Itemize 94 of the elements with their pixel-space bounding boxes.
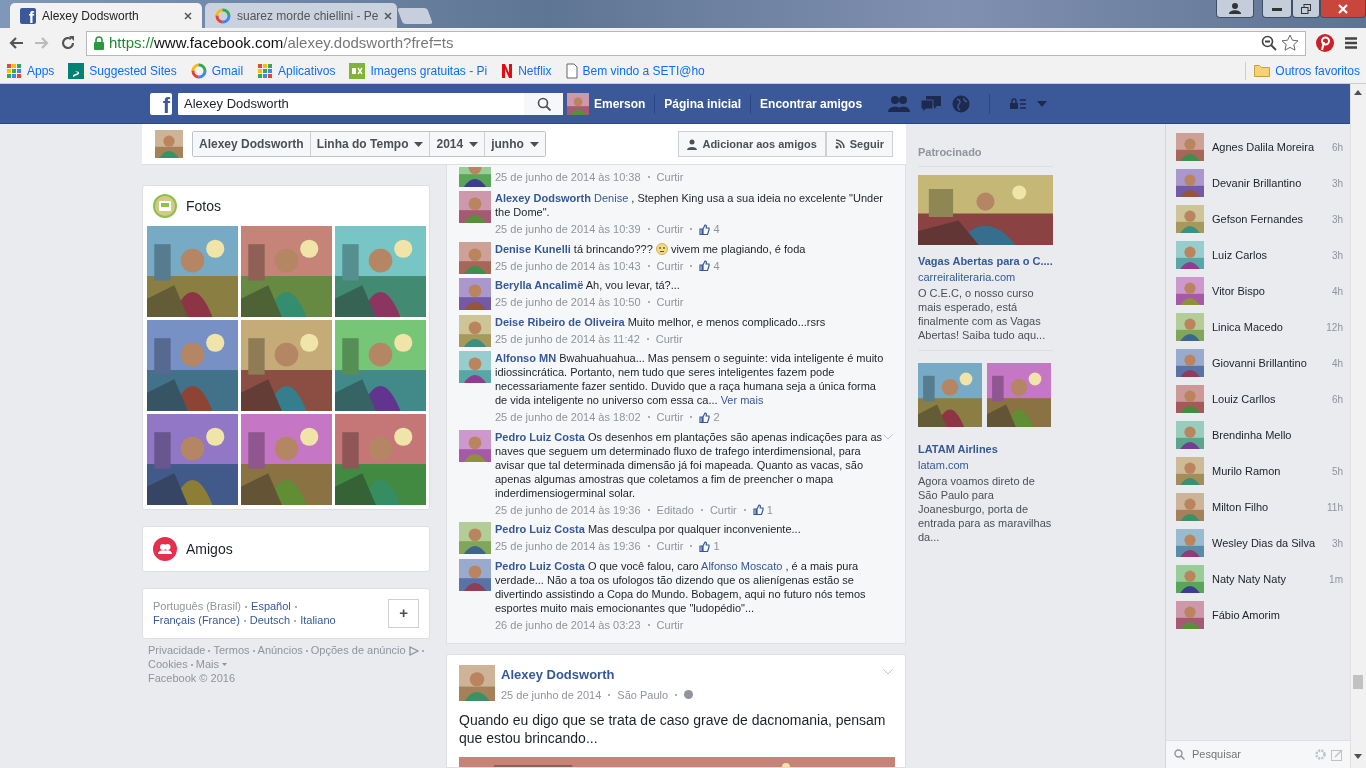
browser-tab[interactable]: suarez morde chiellini - Pe [205, 3, 397, 28]
author-link[interactable]: Denise Kunelli [495, 242, 571, 255]
comment-date: 25 de junho de 2014 às 11:42 [495, 331, 640, 347]
comment-date: 25 de junho de 2014 às 10:39 [495, 222, 641, 237]
language-link[interactable]: Deutsch [249, 614, 291, 627]
ad-title[interactable]: LATAM Airlines [918, 440, 1053, 457]
comment-date: 25 de junho de 2014 às 10:43 [495, 258, 641, 274]
chat-contact[interactable]: Naty Naty Naty 1m [1166, 561, 1351, 597]
comment-text: Berylla Ancalimë Ah, vou levar, tá?... [495, 278, 681, 292]
copyright-text: Facebook © 2016 [148, 671, 235, 684]
last-active-time: 3h [1331, 248, 1343, 263]
chat-contact[interactable]: Agnes Dalila Moreira 6h [1166, 129, 1351, 165]
author-link[interactable]: Alfonso MN [495, 352, 557, 364]
last-active-time: 5h [1331, 464, 1343, 479]
header-button[interactable]: Adicionar aos amigos [678, 130, 826, 158]
header-button[interactable]: Seguir [825, 130, 893, 158]
comment-text: Alfonso MN Bwahuahuahua... Mas pensem o seguinte: vida inteligente é muito idiossincrática. Portanto, nem tudo que seres inteligentes fazem pode necessariamente fazer sentido. Duvido que a raça humana seja a única forma de vida inteligente no universo com essa ca... Ver mais [495, 351, 885, 407]
chat-contact[interactable]: Brendinha Mello [1166, 417, 1351, 453]
bookmark[interactable]: Apps [6, 61, 55, 80]
last-active-time: 12h [1326, 320, 1343, 335]
browser-tab[interactable]: f Alexey Dodsworth [10, 3, 202, 28]
edited-label: Editado [656, 502, 694, 518]
chat-search-bar[interactable]: Pesquisar [1166, 740, 1351, 768]
chat-contact[interactable]: Gefson Fernandes 3h [1166, 201, 1351, 237]
bookmark[interactable]: Netflix [501, 61, 552, 80]
comment-text: Pedro Luiz Costa Os desenhos em plantações são apenas indicações para as naves que seguem um determinado fluxo de trafego interdimensional, para avisar que tal determinada dimensão já foi mapeada. Quanto as vacas, são apenas algumas amostras que coletamos a fim de preencher o mapa inderdimensiogerminal solar. [495, 429, 884, 500]
ad-title[interactable]: Vagas Abertas para o C.... [918, 252, 1053, 269]
author-link[interactable]: Pedro Luiz Costa [495, 559, 585, 572]
bookmark[interactable]: Bem vindo a SETI@ho [565, 61, 705, 80]
text-link[interactable]: Alfonso Moscato [701, 559, 783, 572]
author-link[interactable]: Alexey Dodsworth [495, 192, 591, 204]
comment-date: 25 de junho de 2014 às 10:38 [495, 170, 641, 185]
comment-date: 25 de junho de 2014 às 10:50 [495, 295, 641, 310]
ad-domain[interactable]: carreiraliteraria.com [918, 269, 1053, 286]
comment-date: 25 de junho de 2014 às 19:36 [495, 539, 641, 554]
chat-contact[interactable]: Wesley Dias da Silva 3h [1166, 525, 1351, 561]
ad-text: O C.E.C, o nosso curso mais esperado, está finalmente com as Vagas Abertas! Saiba tudo aqu... [918, 285, 1047, 342]
author-link[interactable]: Pedro Luiz Costa [495, 430, 585, 443]
chat-contact[interactable]: Fábio Amorim [1166, 597, 1351, 633]
section-title: Patrocinado [918, 144, 1053, 167]
last-active-time: 3h [1331, 212, 1343, 227]
comment-text: Denise Kunelli tá brincando??? vivem me plagiando, é foda [495, 241, 807, 256]
chat-contact[interactable]: Milton Filho 11h [1166, 489, 1351, 525]
comment-text: Pedro Luiz Costa Mas desculpa por qualquer inconveniente... [495, 522, 802, 536]
language-link[interactable]: Español [251, 600, 291, 613]
chat-contact[interactable]: Louiz Carllos 6h [1166, 381, 1351, 417]
last-active-time: 3h [1331, 176, 1343, 191]
language-link[interactable]: Italiano [300, 614, 336, 627]
text-link[interactable]: Ver mais [720, 394, 764, 406]
last-active-time: 1m [1329, 572, 1343, 587]
author-link[interactable]: Deise Ribeiro de Oliveira [495, 315, 625, 328]
comment-date: 25 de junho de 2014 às 18:02 [495, 410, 641, 425]
bookmark[interactable]: Imagens gratuitas - Pi [349, 61, 488, 80]
last-active-time: 4h [1331, 356, 1343, 371]
author-link[interactable]: Berylla Ancalimë [495, 279, 584, 291]
chat-contact[interactable]: Giovanni Brillantino 4h [1166, 345, 1351, 381]
chat-search-field[interactable]: Pesquisar [1190, 745, 1310, 764]
language-link[interactable]: Français (France) [153, 614, 240, 627]
facebook-logo: f [20, 7, 36, 24]
last-active-time: 6h [1331, 140, 1343, 155]
facebook-logo[interactable]: f [150, 92, 172, 115]
comment-date: 25 de junho de 2014 às 19:36 [495, 502, 641, 518]
comment-text: Pedro Luiz Costa O que você falou, caro Alfonso Moscato , é a mais pura verdade... Não a toa os ufologos tão dizendo que os alienígenas estão se divertindo assistindo a Copa do Mundo. Bobagem, aqui no futuro nós temos esportes muito mais emocionantes que "ludopédio"... [495, 558, 867, 615]
last-active-time: 3h [1331, 536, 1343, 551]
author-link[interactable]: Pedro Luiz Costa [495, 523, 585, 535]
chat-contact[interactable]: Devanir Brillantino 3h [1166, 165, 1351, 201]
last-active-time: 4h [1331, 284, 1343, 299]
last-active-time: 11h [1327, 500, 1343, 515]
ad-text: Agora voamos direto de São Paulo para Joanesburgo, porta de entrada para as maravilhas da... [918, 473, 1053, 544]
bookmark-folder[interactable]: Outros favoritos [1245, 61, 1360, 80]
nav-link[interactable]: Encontrar amigos [760, 94, 863, 113]
bookmark[interactable]: Suggested Sites [68, 61, 177, 80]
comment-date: 26 de junho de 2014 às 03:23 [495, 617, 641, 633]
post-author[interactable]: Alexey Dodsworth [501, 665, 694, 685]
chat-contact[interactable]: Murilo Ramon 5h [1166, 453, 1351, 489]
comment-text: Alexey Dodsworth Denise , Stephen King usa a sua ideia no excelente "Under the Dome". [495, 191, 884, 219]
chat-contact[interactable]: Linica Macedo 12h [1166, 309, 1351, 345]
card-title: Amigos [186, 539, 233, 559]
chat-contact[interactable]: Luiz Carlos 3h [1166, 237, 1351, 273]
comment-text: Deise Ribeiro de Oliveira Muito melhor, e menos complicado...rsrs [495, 314, 827, 329]
card-title: Fotos [186, 196, 221, 216]
nav-link[interactable]: Página inicial [664, 94, 742, 113]
post-text: Quando eu digo que se trata de caso grave de dacnomania, pensam que estou brincando... [459, 711, 887, 747]
url-text: https://www.facebook.com/alexey.dodsworth?fref=ts [109, 32, 454, 53]
chat-contact[interactable]: Vitor Bispo 4h [1166, 273, 1351, 309]
current-language: Português (Brasil) [153, 600, 242, 613]
user-link[interactable]: Emerson [594, 94, 646, 113]
add-language-button[interactable]: + [388, 599, 419, 628]
bookmark[interactable]: Gmail [190, 61, 244, 80]
text-link[interactable]: Denise [594, 192, 629, 204]
ad-domain[interactable]: latam.com [918, 457, 1053, 474]
address-bar[interactable]: https://www.facebook.com/alexey.dodsworth?fref=ts [86, 30, 1306, 56]
last-active-time: 6h [1331, 392, 1343, 407]
bookmark[interactable]: Aplicativos [257, 61, 336, 80]
